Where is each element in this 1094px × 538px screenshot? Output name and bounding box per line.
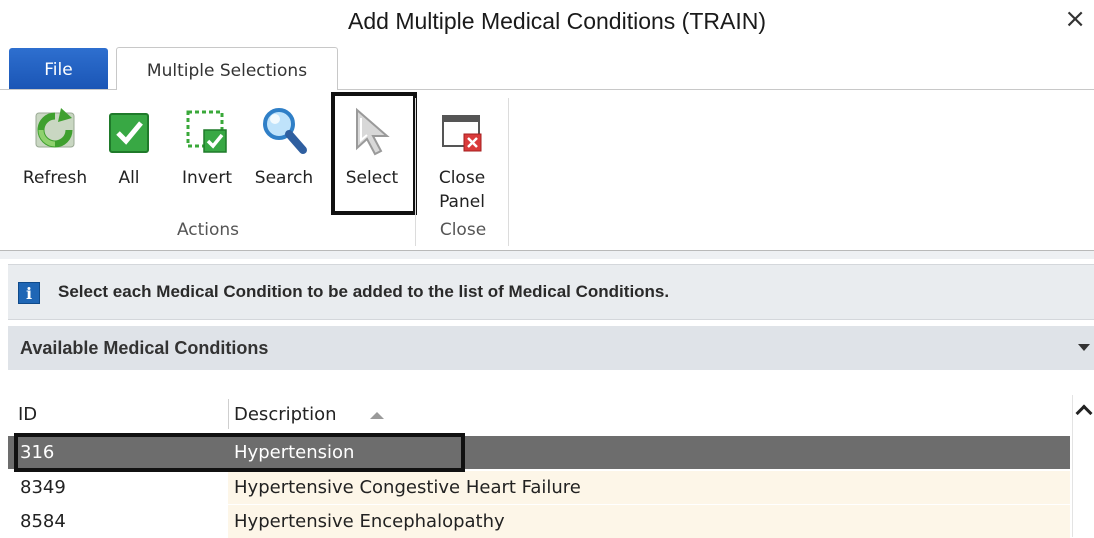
close-window-icon[interactable]: ×: [1064, 6, 1086, 32]
select-highlight-box: [331, 92, 417, 215]
close-panel-icon: [437, 104, 487, 158]
search-icon: [259, 104, 309, 158]
table-row[interactable]: 8584 Hypertensive Encephalopathy: [8, 505, 1070, 538]
table-row[interactable]: 8349 Hypertensive Congestive Heart Failu…: [8, 471, 1070, 504]
available-conditions-header[interactable]: Available Medical Conditions: [8, 326, 1094, 370]
chevron-down-icon[interactable]: [1078, 344, 1090, 351]
conditions-grid: ID Description 316 Hypertension 8349 Hyp…: [8, 395, 1070, 538]
vertical-scrollbar[interactable]: [1072, 395, 1094, 537]
cell-description: Hypertensive Encephalopathy: [234, 511, 505, 532]
tab-file[interactable]: File: [9, 48, 108, 90]
close-panel-button[interactable]: Close Panel: [424, 90, 500, 218]
invert-selection-icon: [182, 104, 232, 158]
cell-id: 8584: [20, 511, 66, 532]
section-title: Available Medical Conditions: [20, 338, 269, 358]
group-separator: [508, 98, 509, 246]
refresh-icon: [30, 104, 80, 158]
scroll-up-icon[interactable]: [1075, 404, 1093, 422]
invert-button[interactable]: Invert: [176, 90, 238, 210]
info-message: Select each Medical Condition to be adde…: [58, 282, 670, 301]
refresh-button[interactable]: Refresh: [12, 90, 98, 210]
ribbon-panel: Refresh All Invert Search Select Close P…: [0, 90, 1094, 250]
cell-description: Hypertensive Congestive Heart Failure: [234, 477, 581, 498]
grid-header: ID Description: [8, 395, 1070, 433]
close-panel-label-line1: Close: [438, 168, 486, 188]
invert-label: Invert: [182, 168, 232, 188]
column-header-id[interactable]: ID: [18, 404, 37, 425]
refresh-label: Refresh: [22, 168, 88, 188]
hypertension-highlight-box: [14, 433, 465, 472]
group-label-close: Close: [439, 220, 487, 240]
check-all-icon: [104, 104, 154, 158]
window-title: Add Multiple Medical Conditions (TRAIN): [348, 8, 766, 34]
all-label: All: [118, 168, 140, 188]
column-divider[interactable]: [228, 399, 229, 429]
close-panel-label-line2: Panel: [439, 192, 485, 212]
search-button[interactable]: Search: [250, 90, 318, 210]
column-header-description[interactable]: Description: [234, 404, 337, 425]
select-all-button[interactable]: All: [102, 90, 156, 210]
info-bar: i Select each Medical Condition to be ad…: [8, 264, 1094, 320]
info-icon: i: [18, 282, 40, 304]
sort-ascending-icon: [370, 412, 384, 419]
cell-id: 8349: [20, 477, 66, 498]
tab-multiple-selections[interactable]: Multiple Selections: [116, 47, 338, 90]
search-label: Search: [254, 168, 314, 188]
title-bar: Add Multiple Medical Conditions (TRAIN) …: [0, 0, 1094, 44]
group-label-actions: Actions: [176, 220, 240, 240]
ribbon-tab-row: File Multiple Selections: [0, 44, 1094, 90]
